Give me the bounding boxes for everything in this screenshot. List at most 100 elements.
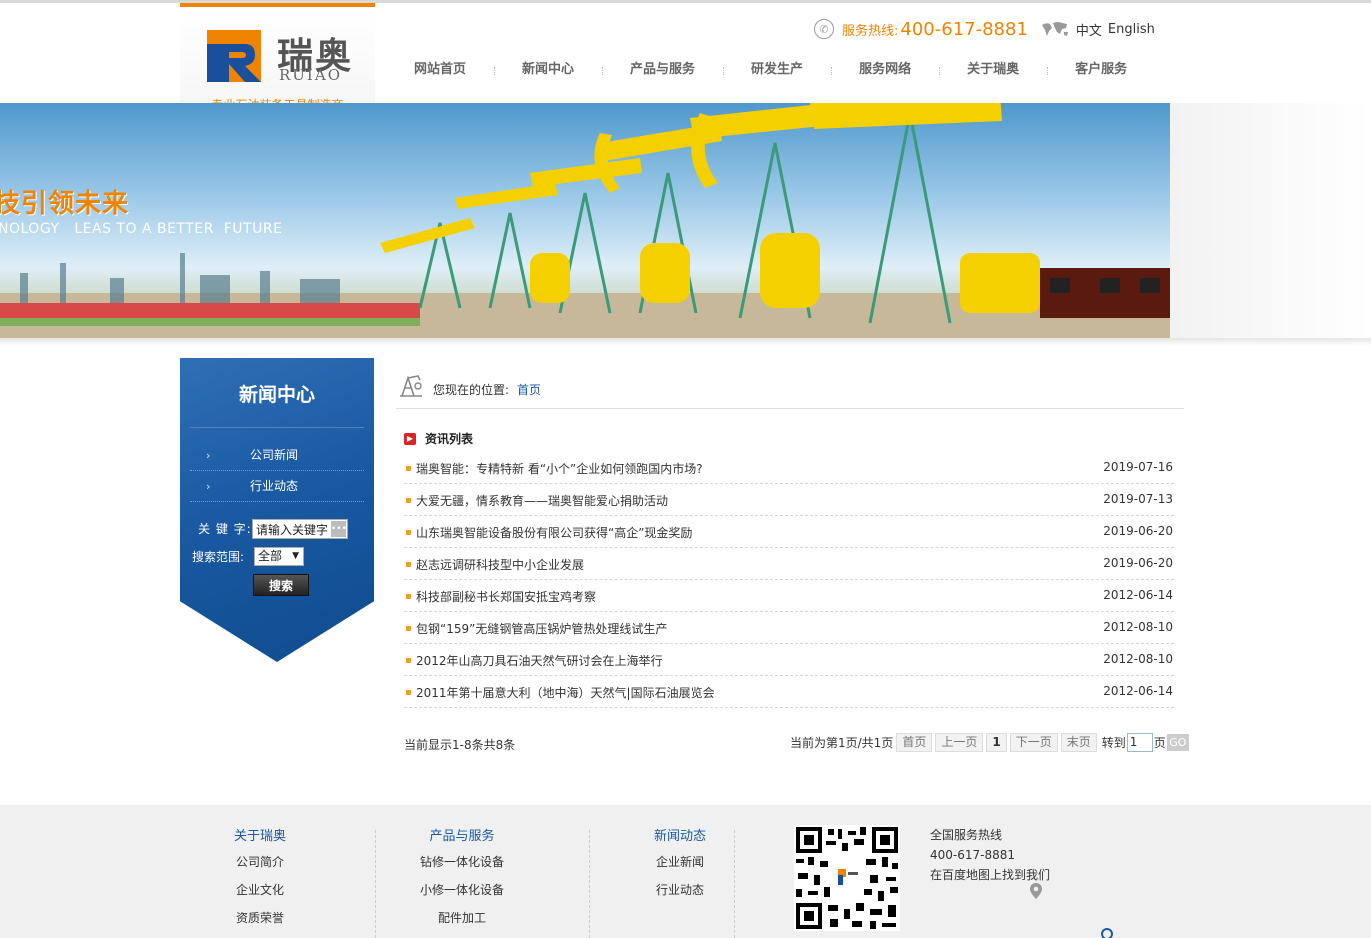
nav-home[interactable]: 网站首页 — [386, 58, 494, 82]
footer-heading[interactable]: 产品与服务 — [402, 825, 522, 853]
news-date: 2019-07-13 — [1103, 492, 1173, 506]
news-title-link[interactable]: 科技部副秘书长郑国安抵宝鸡考察 — [416, 588, 596, 605]
pager-current-page[interactable]: 1 — [986, 733, 1007, 752]
bullet-icon — [406, 530, 411, 535]
search-range-value: 全部 — [258, 549, 283, 563]
search-button[interactable]: 搜索 — [253, 574, 309, 596]
keyword-dropdown-icon[interactable]: ••• — [331, 521, 347, 537]
news-row[interactable]: 大爱无疆，情系教育——瑞奥智能爱心捐助活动 2019-07-13 — [404, 484, 1174, 516]
breadcrumb-home-link[interactable]: 首页 — [517, 381, 541, 398]
news-date: 2019-07-16 — [1103, 460, 1173, 474]
breadcrumb: 您现在的位置: 首页 — [396, 370, 1184, 409]
news-row[interactable]: 科技部副秘书长郑国安抵宝鸡考察 2012-06-14 — [404, 580, 1174, 612]
phone-icon: ✆ — [814, 19, 834, 39]
sidebar-item-label: 公司新闻 — [250, 448, 299, 462]
oil-derrick-icon — [400, 375, 422, 397]
ruiao-logo-icon — [207, 30, 261, 82]
qr-code-icon — [794, 825, 900, 931]
logo-english-name: RUIAO — [279, 66, 342, 84]
footer-link[interactable]: 公司简介 — [210, 853, 310, 881]
search-range-label: 搜索范围: — [192, 550, 245, 564]
sidebar-divider — [190, 427, 364, 428]
news-row[interactable]: 2011年第十届意大利（地中海）天然气|国际石油展览会 2012-06-14 — [404, 676, 1174, 708]
footer-hotline-number: 400-617-8881 — [930, 848, 1016, 862]
bullet-icon — [406, 466, 411, 471]
keyword-label: 关 键 字: — [198, 522, 252, 536]
news-date: 2019-06-20 — [1103, 524, 1173, 538]
world-map-icon — [1041, 22, 1068, 36]
caret-down-icon: ▼ — [292, 551, 299, 561]
pager-status: 当前为第1页/共1页 — [790, 736, 894, 750]
nav-service-network[interactable]: 服务网络 — [831, 58, 939, 82]
nav-news[interactable]: 新闻中心 — [494, 58, 602, 82]
pager-next-button[interactable]: 下一页 — [1009, 733, 1058, 752]
news-sidebar: 新闻中心 › 公司新闻 › 行业动态 关 键 字: 请输入关键字 ••• 搜索范… — [180, 358, 374, 662]
nav-rnd[interactable]: 研发生产 — [723, 58, 831, 82]
bullet-icon — [406, 562, 411, 567]
banner-shadow — [0, 338, 1371, 346]
news-title-link[interactable]: 包钢“159”无缝钢管高压锅炉管热处理线试生产 — [416, 620, 667, 637]
footer-divider — [734, 830, 735, 938]
footer-map-link[interactable]: 在百度地图上找到我们 — [930, 865, 1050, 885]
news-title-link[interactable]: 2012年山高刀具石油天然气研讨会在上海举行 — [416, 652, 663, 669]
sidebar-title: 新闻中心 — [238, 384, 315, 406]
pagination: 当前为第1页/共1页 首页 上一页 1 下一页 末页 转到 1 页 GO — [790, 733, 1189, 752]
news-list-header: ▶ 资讯列表 — [404, 430, 473, 447]
footer-heading[interactable]: 关于瑞奥 — [210, 825, 310, 853]
pager-goto-input[interactable]: 1 — [1126, 733, 1153, 752]
header-hotline: ✆ 服务热线: 400-617-8881 中文 English — [814, 17, 1155, 41]
bullet-icon — [406, 498, 411, 503]
pager-first-button[interactable]: 首页 — [896, 733, 933, 752]
news-date: 2012-06-14 — [1103, 588, 1173, 602]
bullet-icon — [406, 690, 411, 695]
news-title-link[interactable]: 山东瑞奥智能设备股份有限公司获得“高企”现金奖励 — [416, 524, 692, 541]
pager-summary: 当前显示1-8条共8条 — [404, 738, 516, 752]
sidebar-item-label: 行业动态 — [250, 479, 299, 493]
breadcrumb-prefix: 您现在的位置: — [433, 383, 510, 397]
news-row[interactable]: 包钢“159”无缝钢管高压锅炉管热处理线试生产 2012-08-10 — [404, 612, 1174, 644]
pager-go-button[interactable]: GO — [1166, 734, 1189, 751]
news-date: 2012-06-14 — [1103, 684, 1173, 698]
footer-link[interactable]: 资质荣誉 — [210, 909, 310, 937]
news-title-link[interactable]: 2011年第十届意大利（地中海）天然气|国际石油展览会 — [416, 684, 715, 701]
search-range-select[interactable]: 全部 ▼ — [254, 547, 304, 566]
banner-slogan-en: NOLOGY LEAS TO A BETTER FUTURE — [0, 221, 283, 237]
banner-slogan-cn: 技引领未来 — [0, 189, 130, 219]
footer-link[interactable]: 企业文化 — [210, 881, 310, 909]
pager-goto-label: 转到 — [1101, 736, 1126, 750]
news-title-link[interactable]: 赵志远调研科技型中小企业发展 — [416, 556, 584, 573]
news-row[interactable]: 2012年山高刀具石油天然气研讨会在上海举行 2012-08-10 — [404, 644, 1174, 676]
news-row[interactable]: 赵志远调研科技型中小企业发展 2019-06-20 — [404, 548, 1174, 580]
nav-products[interactable]: 产品与服务 — [602, 58, 723, 82]
footer-heading[interactable]: 新闻动态 — [630, 825, 730, 853]
footer-link[interactable]: 配件加工 — [402, 909, 522, 937]
chevron-right-icon: › — [206, 449, 211, 462]
news-row[interactable]: 山东瑞奥智能设备股份有限公司获得“高企”现金奖励 2019-06-20 — [404, 516, 1174, 548]
play-icon: ▶ — [404, 432, 416, 445]
sidebar-item-company-news[interactable]: › 公司新闻 — [190, 440, 364, 471]
bullet-icon — [406, 658, 411, 663]
bullet-icon — [406, 626, 411, 631]
footer-col-about: 关于瑞奥 公司简介 企业文化 资质荣誉 — [210, 825, 310, 937]
news-title-link[interactable]: 瑞奥智能：专精特新 看“小个”企业如何领跑国内市场? — [416, 460, 703, 477]
news-row[interactable]: 瑞奥智能：专精特新 看“小个”企业如何领跑国内市场? 2019-07-16 — [404, 452, 1174, 484]
lang-english-link[interactable]: English — [1108, 22, 1155, 37]
lang-chinese-link[interactable]: 中文 — [1076, 20, 1102, 39]
news-title-link[interactable]: 大爱无疆，情系教育——瑞奥智能爱心捐助活动 — [416, 492, 668, 509]
footer-link[interactable]: 小修一体化设备 — [402, 881, 522, 909]
footer-col-products: 产品与服务 钻修一体化设备 小修一体化设备 配件加工 — [402, 825, 522, 937]
pager-last-button[interactable]: 末页 — [1060, 733, 1097, 752]
news-list-title: 资讯列表 — [425, 432, 474, 446]
pager-prev-button[interactable]: 上一页 — [935, 733, 984, 752]
sidebar-item-industry-news[interactable]: › 行业动态 — [190, 471, 364, 502]
nav-about[interactable]: 关于瑞奥 — [939, 58, 1047, 82]
news-date: 2019-06-20 — [1103, 556, 1173, 570]
footer-link[interactable]: 行业动态 — [630, 881, 730, 909]
location-icon — [1101, 928, 1113, 938]
footer-hotline-title: 全国服务热线 — [930, 828, 1003, 842]
footer-link[interactable]: 钻修一体化设备 — [402, 853, 522, 881]
nav-customer-service[interactable]: 客户服务 — [1047, 58, 1155, 82]
hero-banner: 技引领未来 NOLOGY LEAS TO A BETTER FUTURE — [0, 103, 1170, 338]
footer-link[interactable]: 企业新闻 — [630, 853, 730, 881]
map-pin-icon[interactable] — [1030, 883, 1042, 899]
